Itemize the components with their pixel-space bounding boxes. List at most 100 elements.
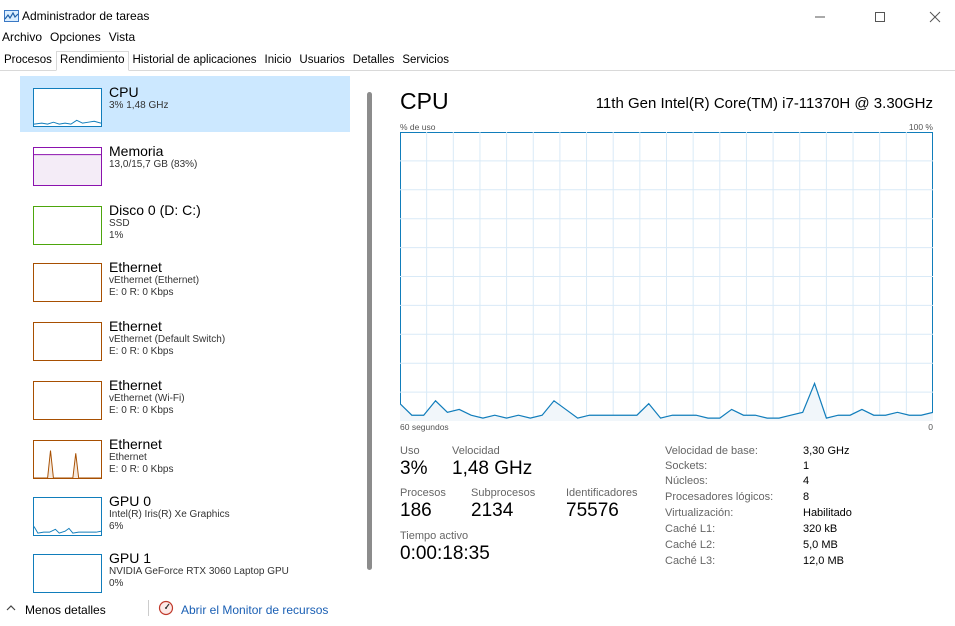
- processes-label: Procesos: [400, 487, 446, 499]
- spec-value: 3,30 GHz: [803, 445, 850, 457]
- ethernet-thumbnail: [33, 322, 102, 361]
- tab-historial[interactable]: Historial de aplicaciones: [129, 51, 261, 70]
- page-title: CPU: [400, 88, 449, 114]
- sidebar-item-title: GPU 0: [109, 493, 152, 509]
- sidebar-item-title: Ethernet: [109, 377, 162, 393]
- tab-rendimiento[interactable]: Rendimiento: [55, 51, 129, 71]
- minimize-icon: [815, 16, 825, 18]
- less-details-button[interactable]: Menos detalles: [25, 603, 106, 617]
- sidebar-item-detail: vEthernet (Wi-Fi): [109, 393, 185, 404]
- sidebar-item-cpu[interactable]: CPU 3% 1,48 GHz: [20, 76, 350, 132]
- close-button[interactable]: [915, 6, 955, 28]
- sidebar-item-detail: 6%: [109, 521, 124, 532]
- sidebar-item-detail: E: 0 R: 0 Kbps: [109, 464, 174, 475]
- uptime-value: 0:00:18:35: [400, 543, 490, 564]
- sidebar-item-ethernet-4[interactable]: Ethernet Ethernet E: 0 R: 0 Kbps: [20, 428, 350, 484]
- sidebar-item-detail: vEthernet (Ethernet): [109, 275, 200, 286]
- sidebar-item-title: Ethernet: [109, 436, 162, 452]
- resource-monitor-icon: [158, 600, 174, 616]
- ethernet-thumbnail: [33, 440, 102, 479]
- spec-value: 8: [803, 491, 810, 503]
- cpu-model-name: 11th Gen Intel(R) Core(TM) i7-11370H @ 3…: [595, 95, 933, 112]
- open-resource-monitor-link[interactable]: Abrir el Monitor de recursos: [181, 603, 328, 617]
- threads-label: Subprocesos: [471, 487, 536, 499]
- sidebar-item-title: GPU 1: [109, 550, 152, 566]
- spec-value: 320 kB: [803, 523, 838, 535]
- graph-x-label: 60 segundos: [400, 422, 449, 432]
- uptime-label: Tiempo activo: [400, 530, 469, 542]
- handles-label: Identificadores: [566, 487, 638, 499]
- sidebar-item-ethernet-1[interactable]: Ethernet vEthernet (Ethernet) E: 0 R: 0 …: [20, 251, 350, 307]
- threads-value: 2134: [471, 500, 514, 521]
- menu-bar: Archivo Opciones Vista: [0, 30, 139, 48]
- gpu-thumbnail: [33, 554, 102, 593]
- task-manager-icon: [4, 10, 19, 22]
- speed-label: Velocidad: [452, 445, 500, 457]
- spec-label: Caché L1:: [665, 523, 716, 535]
- sidebar-item-ethernet-3[interactable]: Ethernet vEthernet (Wi-Fi) E: 0 R: 0 Kbp…: [20, 369, 350, 425]
- sidebar-item-memoria[interactable]: Memoria 13,0/15,7 GB (83%): [20, 135, 350, 191]
- tab-procesos[interactable]: Procesos: [0, 51, 56, 70]
- speed-value: 1,48 GHz: [452, 458, 533, 479]
- sidebar-item-detail: Ethernet: [109, 452, 147, 463]
- resource-sidebar: CPU 3% 1,48 GHz Memoria 13,0/15,7 GB (83…: [20, 76, 350, 593]
- maximize-icon: [875, 12, 885, 22]
- graph-x-min: 0: [928, 422, 933, 432]
- sidebar-item-detail: Intel(R) Iris(R) Xe Graphics: [109, 509, 230, 520]
- sidebar-item-gpu-1[interactable]: GPU 1 NVIDIA GeForce RTX 3060 Laptop GPU…: [20, 542, 350, 598]
- sidebar-item-gpu-0[interactable]: GPU 0 Intel(R) Iris(R) Xe Graphics 6%: [20, 485, 350, 541]
- spec-value: Habilitado: [803, 507, 852, 519]
- spec-value: 1: [803, 460, 810, 472]
- usage-label: Uso: [400, 445, 420, 457]
- spec-label: Caché L3:: [665, 555, 716, 567]
- sidebar-item-disco[interactable]: Disco 0 (D: C:) SSD 1%: [20, 194, 350, 250]
- maximize-button[interactable]: [860, 6, 900, 28]
- spec-label: Sockets:: [665, 460, 708, 472]
- cpu-thumbnail: [33, 88, 102, 127]
- sidebar-item-detail: E: 0 R: 0 Kbps: [109, 405, 174, 416]
- ethernet-thumbnail: [33, 263, 102, 302]
- footer-divider: [148, 600, 149, 616]
- sidebar-item-detail: 13,0/15,7 GB (83%): [109, 159, 198, 170]
- sidebar-item-title: Ethernet: [109, 318, 162, 334]
- sidebar-item-detail: 0%: [109, 578, 124, 589]
- sidebar-scrollbar[interactable]: [367, 92, 372, 570]
- spec-value: 12,0 MB: [803, 555, 844, 567]
- sidebar-item-title: Disco 0 (D: C:): [109, 202, 201, 218]
- sidebar-item-title: Memoria: [109, 143, 164, 159]
- spec-value: 4: [803, 475, 810, 487]
- graph-y-label: % de uso: [400, 122, 436, 132]
- sidebar-item-title: CPU: [109, 84, 139, 100]
- gpu-thumbnail: [33, 497, 102, 536]
- tab-inicio[interactable]: Inicio: [261, 51, 296, 70]
- spec-label: Núcleos:: [665, 475, 708, 487]
- menu-vista[interactable]: Vista: [105, 30, 139, 48]
- tab-servicios[interactable]: Servicios: [398, 51, 453, 70]
- sidebar-item-detail: SSD: [109, 218, 130, 229]
- close-icon: [929, 11, 941, 23]
- usage-value: 3%: [400, 458, 428, 479]
- memory-thumbnail: [33, 147, 102, 186]
- ethernet-thumbnail: [33, 381, 102, 420]
- sidebar-item-detail: NVIDIA GeForce RTX 3060 Laptop GPU: [109, 566, 289, 577]
- sidebar-item-detail: vEthernet (Default Switch): [109, 334, 226, 345]
- minimize-button[interactable]: [800, 6, 840, 28]
- sidebar-item-detail: E: 0 R: 0 Kbps: [109, 346, 174, 357]
- menu-opciones[interactable]: Opciones: [46, 30, 105, 48]
- graph-y-max: 100 %: [908, 122, 933, 132]
- disk-thumbnail: [33, 206, 102, 245]
- spec-label: Procesadores lógicos:: [665, 491, 774, 503]
- chevron-up-icon[interactable]: [6, 603, 16, 613]
- spec-label: Velocidad de base:: [665, 445, 758, 457]
- sidebar-item-detail: 3% 1,48 GHz: [109, 100, 169, 111]
- sidebar-item-ethernet-2[interactable]: Ethernet vEthernet (Default Switch) E: 0…: [20, 310, 350, 366]
- cpu-usage-graph: [400, 132, 933, 421]
- tab-detalles[interactable]: Detalles: [349, 51, 399, 70]
- spec-value: 5,0 MB: [803, 539, 838, 551]
- tab-bar: Procesos Rendimiento Historial de aplica…: [0, 51, 955, 71]
- sidebar-item-detail: E: 0 R: 0 Kbps: [109, 287, 174, 298]
- sidebar-item-detail: 1%: [109, 230, 124, 241]
- tab-usuarios[interactable]: Usuarios: [295, 51, 348, 70]
- sidebar-item-title: Ethernet: [109, 259, 162, 275]
- menu-archivo[interactable]: Archivo: [0, 30, 46, 48]
